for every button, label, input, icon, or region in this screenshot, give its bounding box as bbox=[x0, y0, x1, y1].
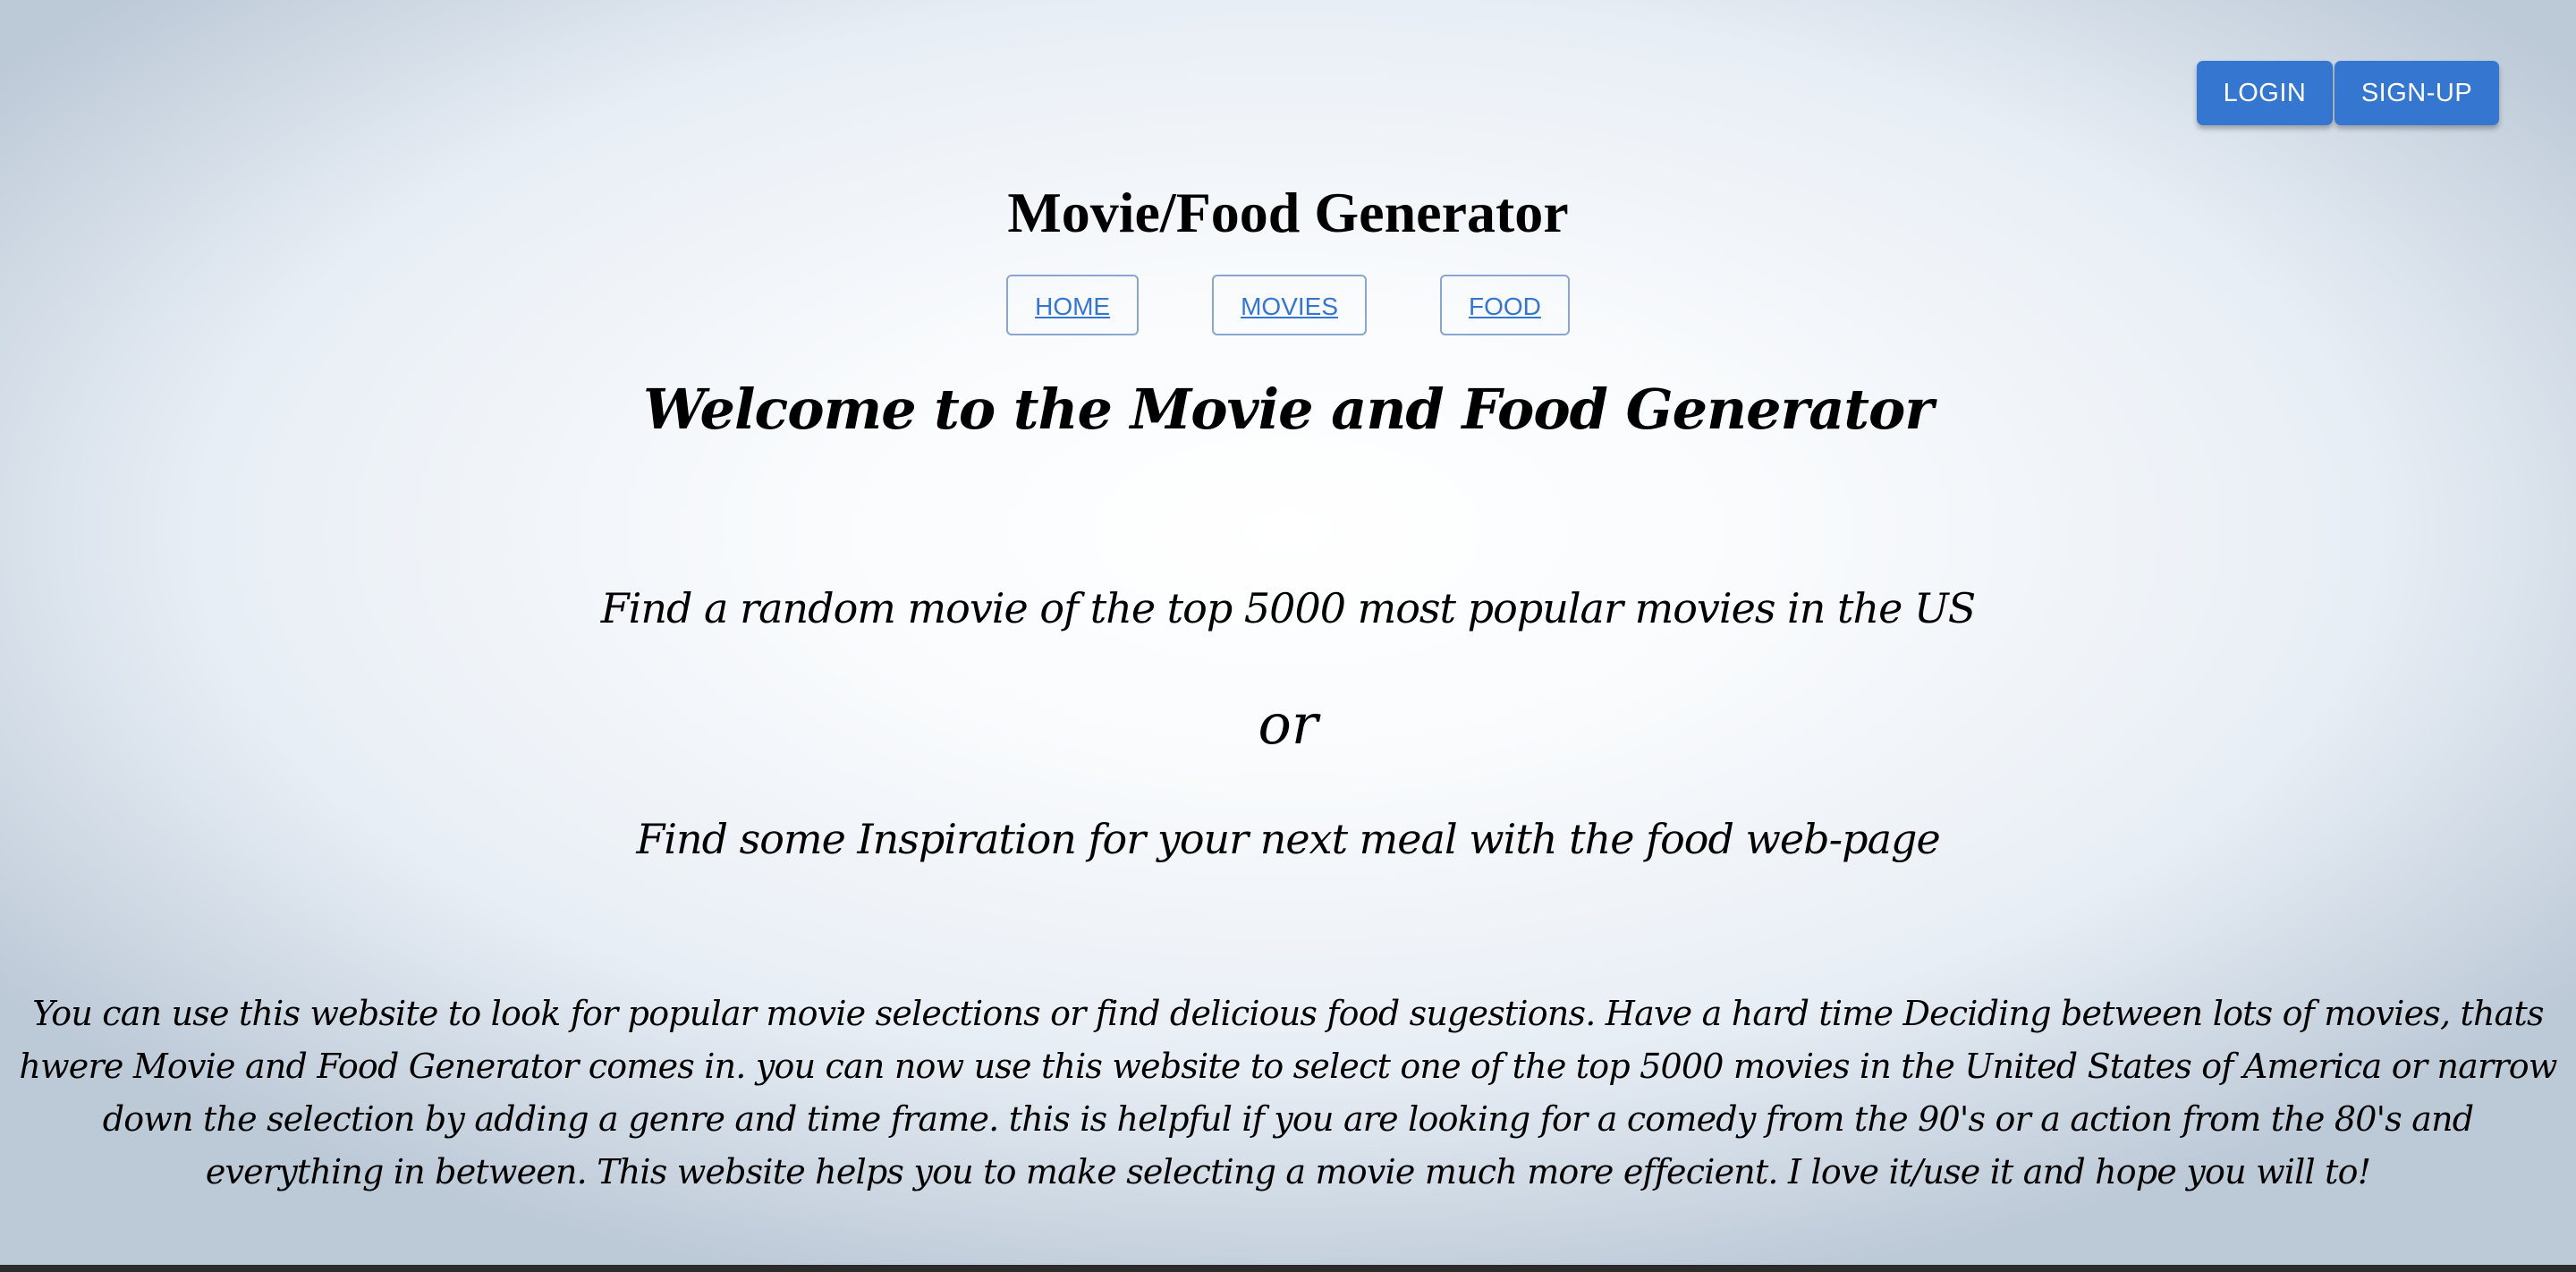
site-description: You can use this website to look for pop… bbox=[19, 994, 2557, 1191]
nav-food-link[interactable]: FOOD bbox=[1440, 275, 1570, 335]
nav-home-link[interactable]: HOME bbox=[1006, 275, 1140, 335]
movie-tagline: Find a random movie of the top 5000 most… bbox=[600, 584, 1977, 632]
nav-movies-link[interactable]: MOVIES bbox=[1212, 275, 1368, 335]
auth-button-group: LOGIN SIGN-UP bbox=[2197, 61, 2499, 125]
welcome-heading: Welcome to the Movie and Food Generator bbox=[642, 377, 1934, 442]
page: LOGIN SIGN-UP Movie/Food Generator HOME … bbox=[0, 0, 2576, 1267]
login-button[interactable]: LOGIN bbox=[2197, 61, 2333, 125]
site-title: Movie/Food Generator bbox=[1007, 181, 1569, 244]
food-tagline: Find some Inspiration for your next meal… bbox=[636, 815, 1940, 863]
or-divider: or bbox=[1258, 691, 1318, 757]
main-nav: HOME MOVIES FOOD bbox=[0, 275, 2576, 335]
signup-button[interactable]: SIGN-UP bbox=[2334, 61, 2499, 125]
window-bottom-edge bbox=[0, 1265, 2576, 1272]
